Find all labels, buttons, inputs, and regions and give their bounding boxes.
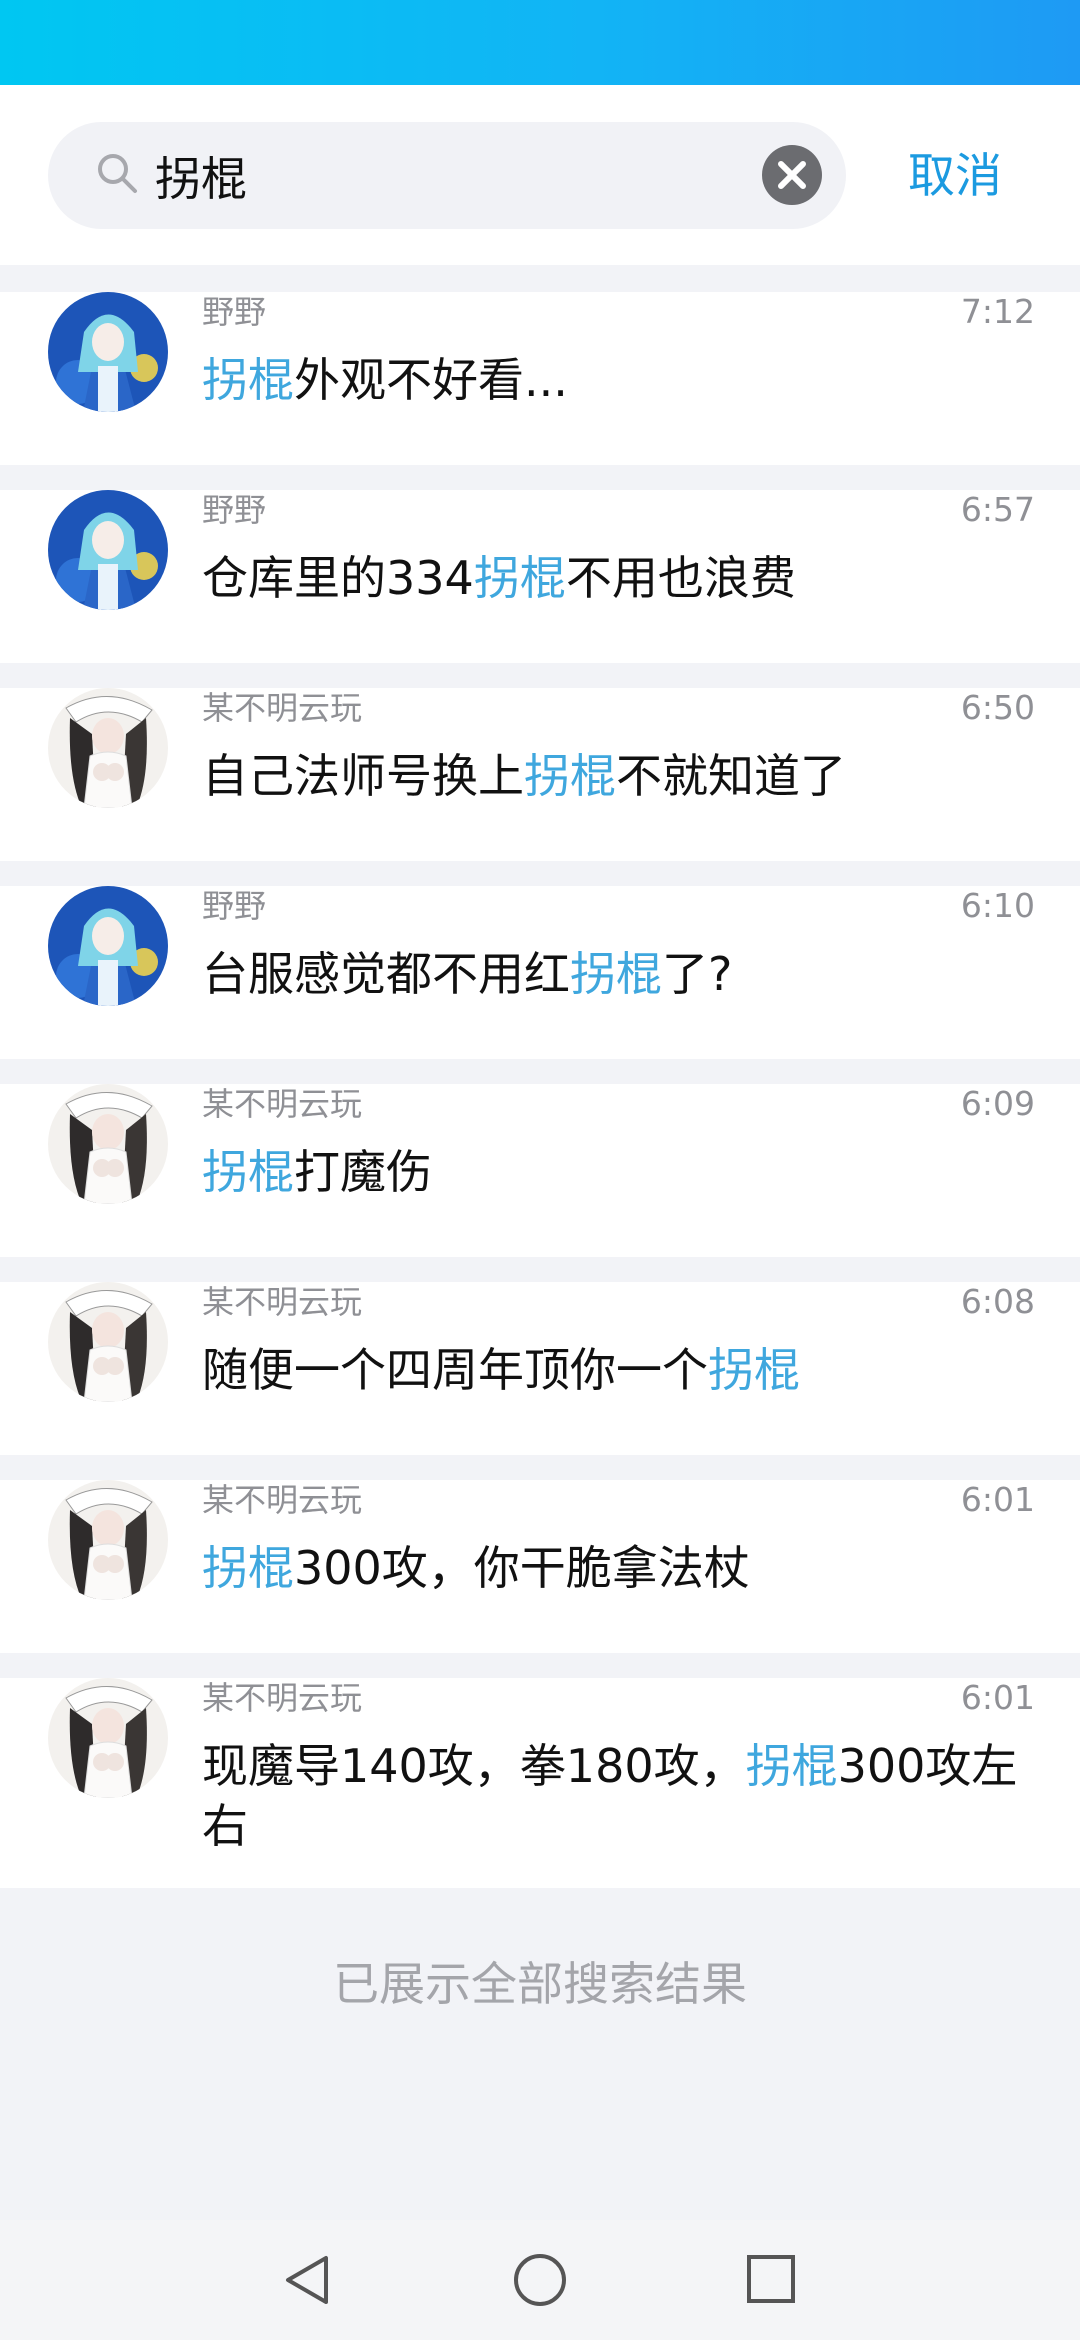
- message-text: 现魔导140攻，拳180攻，拐棍300攻左右: [0, 1678, 1080, 1888]
- recents-icon[interactable]: [744, 2252, 800, 2312]
- highlighted-keyword: 拐棍: [570, 947, 662, 1001]
- search-input[interactable]: [155, 122, 755, 229]
- avatar: [48, 886, 168, 1006]
- avatar: [48, 1678, 168, 1798]
- message-segment: 台服感觉都不用红: [202, 947, 570, 1001]
- home-icon[interactable]: [512, 2252, 568, 2312]
- message-segment: 随便一个四周年顶你一个: [202, 1343, 708, 1397]
- sender-name: 野野: [202, 491, 267, 529]
- end-of-results-text: 已展示全部搜索结果: [333, 1957, 747, 2011]
- clear-search-button[interactable]: [762, 145, 822, 205]
- message-time: 6:01: [960, 1480, 1035, 1519]
- close-icon: [778, 161, 806, 189]
- message-segment: 外观不好看...: [294, 353, 568, 407]
- message-time: 7:12: [960, 292, 1035, 331]
- result-item[interactable]: 某不明云玩 6:50 自己法师号换上拐棍不就知道了: [0, 688, 1080, 861]
- avatar: [48, 1282, 168, 1402]
- message-segment: 300攻，你干脆拿法杖: [294, 1541, 750, 1595]
- result-item[interactable]: 某不明云玩 6:01 拐棍300攻，你干脆拿法杖: [0, 1480, 1080, 1653]
- message-segment: 不就知道了: [616, 749, 846, 803]
- message-segment: 不用也浪费: [565, 551, 796, 605]
- message-time: 6:08: [960, 1282, 1035, 1321]
- message-time: 6:09: [960, 1084, 1035, 1123]
- highlighted-keyword: 拐棍: [473, 551, 566, 605]
- avatar: [48, 1084, 168, 1204]
- message-time: 6:01: [960, 1678, 1035, 1717]
- highlighted-keyword: 拐棍: [708, 1343, 800, 1397]
- highlighted-keyword: 拐棍: [524, 749, 616, 803]
- message-time: 6:57: [960, 490, 1035, 529]
- result-item[interactable]: 野野 6:57 仓库里的334拐棍不用也浪费: [0, 490, 1080, 663]
- status-bar: [0, 0, 1080, 85]
- search-header: 取消: [0, 85, 1080, 265]
- message-time: 6:10: [960, 886, 1035, 925]
- highlighted-keyword: 拐棍: [202, 353, 294, 407]
- message-segment: 仓库里的334: [202, 551, 474, 605]
- avatar: [48, 688, 168, 808]
- search-box[interactable]: [48, 122, 846, 229]
- message-segment: 自己法师号换上: [202, 749, 524, 803]
- message-segment: 现魔导140攻，拳180攻，: [202, 1739, 746, 1793]
- avatar: [48, 490, 168, 610]
- highlighted-keyword: 拐棍: [202, 1541, 294, 1595]
- sender-name: 某不明云玩: [202, 1283, 363, 1321]
- highlighted-keyword: 拐棍: [202, 1145, 294, 1199]
- sender-name: 野野: [202, 887, 267, 925]
- sender-name: 某不明云玩: [202, 1481, 363, 1519]
- sender-name: 某不明云玩: [202, 1679, 363, 1717]
- back-icon[interactable]: [280, 2252, 336, 2312]
- result-item[interactable]: 某不明云玩 6:08 随便一个四周年顶你一个拐棍: [0, 1282, 1080, 1455]
- message-time: 6:50: [960, 688, 1035, 727]
- avatar: [48, 292, 168, 412]
- cancel-button[interactable]: 取消: [908, 137, 1002, 217]
- highlighted-keyword: 拐棍: [745, 1739, 838, 1793]
- message-segment: 了?: [662, 947, 733, 1001]
- sender-name: 野野: [202, 293, 267, 331]
- search-icon: [96, 152, 140, 196]
- avatar: [48, 1480, 168, 1600]
- message-segment: 打魔伤: [294, 1145, 432, 1199]
- search-results-list: 野野 7:12 拐棍外观不好看... 野野 6:57 仓库里的334拐棍不用也浪费 某不明云…: [0, 292, 1080, 1913]
- result-item[interactable]: 某不明云玩 6:01 现魔导140攻，拳180攻，拐棍300攻左右: [0, 1678, 1080, 1888]
- result-item[interactable]: 野野 7:12 拐棍外观不好看...: [0, 292, 1080, 465]
- navigation-bar: [0, 2220, 1080, 2340]
- result-item[interactable]: 野野 6:10 台服感觉都不用红拐棍了?: [0, 886, 1080, 1059]
- sender-name: 某不明云玩: [202, 1085, 363, 1123]
- result-item[interactable]: 某不明云玩 6:09 拐棍打魔伤: [0, 1084, 1080, 1257]
- sender-name: 某不明云玩: [202, 689, 363, 727]
